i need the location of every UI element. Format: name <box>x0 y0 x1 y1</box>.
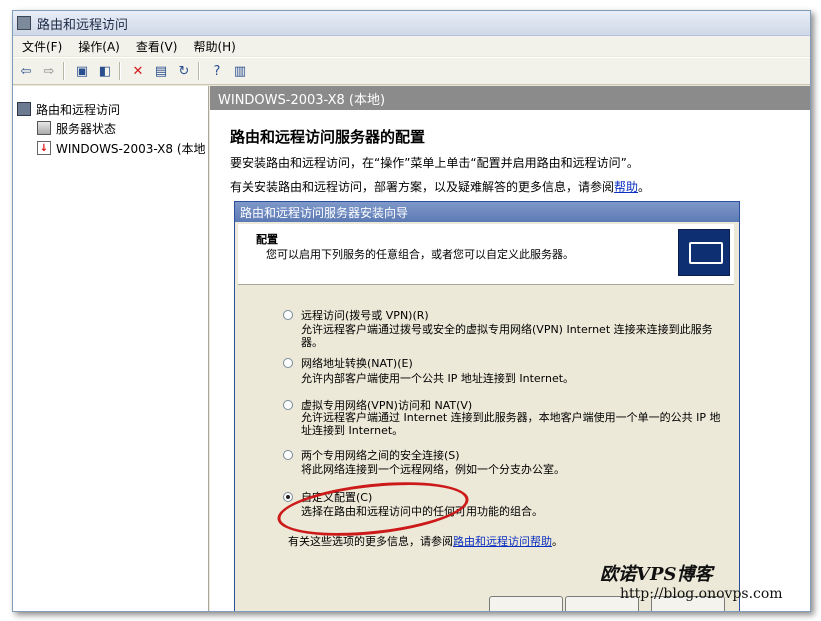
option-desc: 允许远程客户端通过 Internet 连接到此服务器，本地客户端使用一个单一的公… <box>301 411 721 437</box>
toolbar: ⇦ ⇨ ▣ ◧ ✕ ▤ ↻ ? ▥ <box>13 57 810 85</box>
help-link[interactable]: 帮助 <box>614 180 638 194</box>
back-button-stub[interactable] <box>489 596 563 611</box>
option-secure-connection[interactable]: 两个专用网络之间的安全连接(S) <box>283 447 460 463</box>
details-pane: WINDOWS-2003-X8 (本地) 路由和远程访问服务器的配置 要安装路由… <box>210 86 810 611</box>
menu-help[interactable]: 帮助(H) <box>186 38 242 55</box>
watermark-url: http://blog.onovps.com <box>620 586 783 602</box>
back-arrow-icon[interactable]: ⇦ <box>16 61 36 81</box>
config-instruction: 要安装路由和远程访问，在“操作”菜单上单击“配置并启用路由和远程访问”。 <box>230 156 639 170</box>
radio-nat[interactable] <box>283 358 293 368</box>
properties-icon[interactable]: ▤ <box>151 61 171 81</box>
config-help-line: 有关安装路由和远程访问，部署方案，以及疑难解答的更多信息，请参阅帮助。 <box>230 178 650 195</box>
option-label: 远程访问(拨号或 VPN)(R) <box>301 309 429 322</box>
tree-item-server-label: WINDOWS-2003-X8 (本地 <box>56 141 206 156</box>
more-info-end: 。 <box>552 535 563 548</box>
option-label: 网络地址转换(NAT)(E) <box>301 357 413 370</box>
routing-app-icon <box>17 16 31 30</box>
routing-icon <box>17 102 31 116</box>
show-tree-icon[interactable]: ◧ <box>95 61 115 81</box>
delete-icon[interactable]: ✕ <box>128 61 148 81</box>
radio-secure-connection[interactable] <box>283 450 293 460</box>
option-nat[interactable]: 网络地址转换(NAT)(E) <box>283 355 413 371</box>
menu-file[interactable]: 文件(F) <box>15 38 69 55</box>
refresh-icon[interactable]: ↻ <box>174 61 194 81</box>
config-help-text: 有关安装路由和远程访问，部署方案，以及疑难解答的更多信息，请参阅 <box>230 180 615 194</box>
menu-view[interactable]: 查看(V) <box>129 38 185 55</box>
setup-wizard-dialog: 路由和远程访问服务器安装向导 配置 您可以启用下列服务的任意组合，或者您可以自定… <box>234 201 740 611</box>
tree-item-root[interactable]: 路由和远程访问 <box>17 100 120 118</box>
config-heading: 路由和远程访问服务器的配置 <box>230 128 426 146</box>
wizard-section-title: 配置 <box>256 233 278 246</box>
menu-bar: 文件(F) 操作(A) 查看(V) 帮助(H) <box>13 36 810 56</box>
watermark-title: 欧诺VPS博客 <box>600 564 713 585</box>
tree-item-server[interactable]: ↓ WINDOWS-2003-X8 (本地 <box>37 139 206 157</box>
network-wizard-icon <box>678 229 730 276</box>
option-desc: 将此网络连接到一个远程网络，例如一个分支办公室。 <box>301 463 565 476</box>
help-icon[interactable]: ? <box>207 61 227 81</box>
tree-item-server-status[interactable]: 服务器状态 <box>37 119 116 137</box>
routing-help-link[interactable]: 路由和远程访问帮助 <box>453 535 552 548</box>
option-desc: 允许内部客户端使用一个公共 IP 地址连接到 Internet。 <box>301 372 575 385</box>
radio-custom-config[interactable] <box>283 492 293 502</box>
radio-remote-access[interactable] <box>283 310 293 320</box>
wizard-title: 路由和远程访问服务器安装向导 <box>235 202 739 222</box>
wizard-section-desc: 您可以启用下列服务的任意组合，或者您可以自定义此服务器。 <box>266 248 574 261</box>
option-remote-access[interactable]: 远程访问(拨号或 VPN)(R) <box>283 307 429 323</box>
wizard-header: 配置 您可以启用下列服务的任意组合，或者您可以自定义此服务器。 <box>238 224 734 285</box>
server-stopped-icon: ↓ <box>37 141 51 155</box>
up-folder-icon[interactable]: ▣ <box>72 61 92 81</box>
window-title: 路由和远程访问 <box>37 17 129 33</box>
menu-action[interactable]: 操作(A) <box>71 38 127 55</box>
forward-arrow-icon[interactable]: ⇨ <box>39 61 59 81</box>
main-window: 路由和远程访问 文件(F) 操作(A) 查看(V) 帮助(H) ⇦ ⇨ ▣ ◧ … <box>12 10 811 612</box>
option-label: 两个专用网络之间的安全连接(S) <box>301 449 460 462</box>
option-desc: 允许远程客户端通过拨号或安全的虚拟专用网络(VPN) Internet 连接来连… <box>301 323 713 349</box>
console-tree: 路由和远程访问 服务器状态 ↓ WINDOWS-2003-X8 (本地 <box>13 86 209 611</box>
toolbar-separator <box>119 62 121 80</box>
more-info-text: 有关这些选项的更多信息，请参阅 <box>288 535 453 548</box>
details-header: WINDOWS-2003-X8 (本地) <box>210 86 810 110</box>
title-bar: 路由和远程访问 <box>13 11 810 36</box>
server-status-icon <box>37 121 51 135</box>
console-icon[interactable]: ▥ <box>230 61 250 81</box>
config-help-end: 。 <box>638 180 651 194</box>
toolbar-separator <box>63 62 65 80</box>
tree-item-root-label: 路由和远程访问 <box>36 102 121 117</box>
tree-item-status-label: 服务器状态 <box>56 121 117 136</box>
toolbar-separator <box>198 62 200 80</box>
radio-vpn-nat[interactable] <box>283 400 293 410</box>
